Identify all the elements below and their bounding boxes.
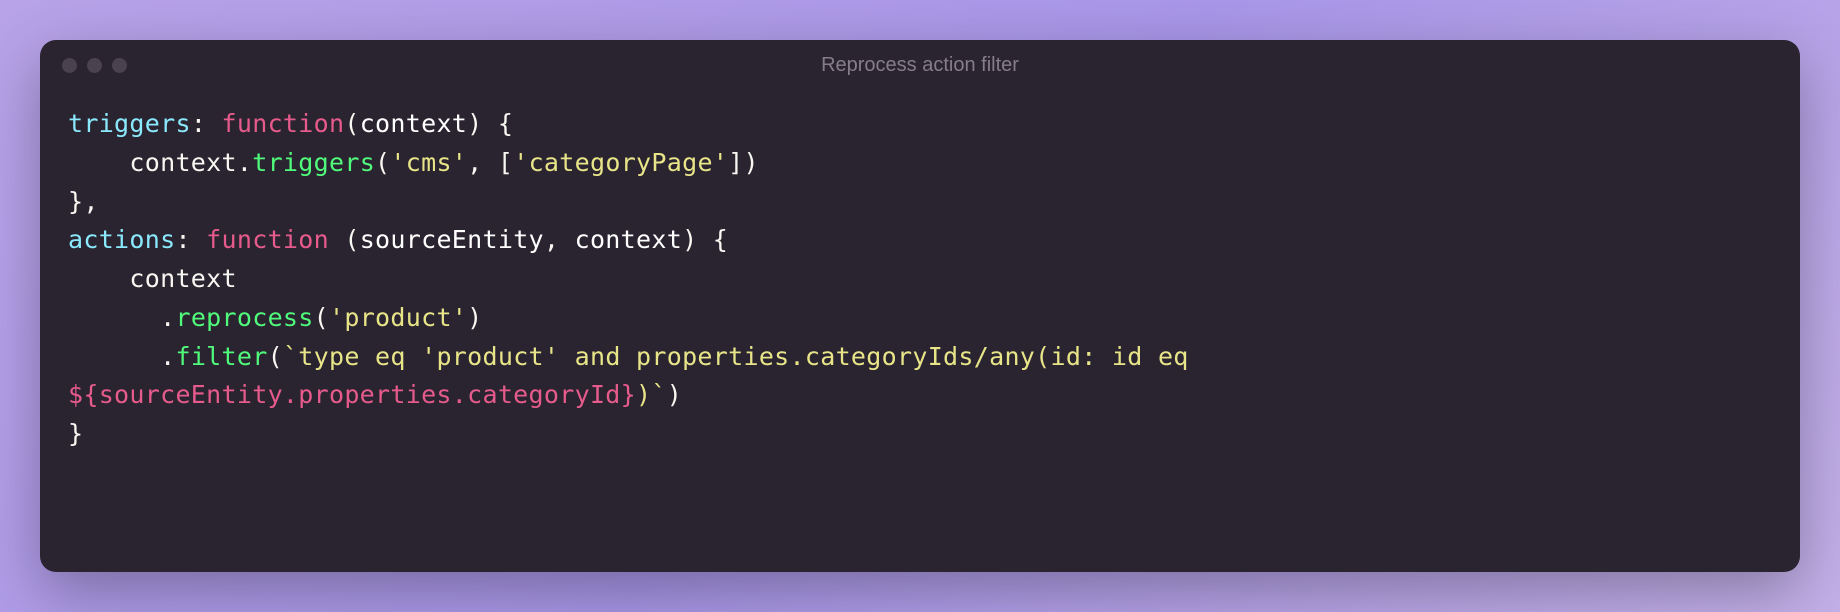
code-punct: }	[68, 419, 83, 448]
close-icon[interactable]	[62, 58, 77, 73]
code-punct: (	[314, 303, 329, 332]
window-title: Reprocess action filter	[821, 54, 1019, 77]
code-string: 'product'	[329, 303, 467, 332]
code-keyword: function	[206, 225, 329, 254]
code-param: context	[575, 225, 682, 254]
maximize-icon[interactable]	[112, 58, 127, 73]
code-method: filter	[175, 342, 267, 371]
code-method: triggers	[252, 148, 375, 177]
code-window: Reprocess action filter triggers: functi…	[40, 40, 1800, 572]
code-identifier: context	[129, 148, 236, 177]
minimize-icon[interactable]	[87, 58, 102, 73]
code-punct: .	[237, 148, 252, 177]
code-interpolation: ${	[68, 380, 99, 409]
code-punct: :	[175, 225, 206, 254]
code-punct: },	[68, 187, 99, 216]
code-punct: .	[160, 303, 175, 332]
code-punct: ) {	[682, 225, 728, 254]
traffic-lights	[62, 58, 127, 73]
code-punct: , [	[467, 148, 513, 177]
code-punct: (	[344, 109, 359, 138]
code-string: )`	[636, 380, 667, 409]
code-content: triggers: function(context) { context.tr…	[40, 85, 1800, 482]
code-param: context	[360, 109, 467, 138]
code-punct: (	[375, 148, 390, 177]
code-method: reprocess	[175, 303, 313, 332]
code-punct: ) {	[467, 109, 513, 138]
code-punct: :	[191, 109, 222, 138]
code-string: 'categoryPage'	[513, 148, 728, 177]
code-string: 'cms'	[390, 148, 467, 177]
code-property: actions	[68, 225, 175, 254]
code-identifier: context	[129, 264, 236, 293]
code-punct: (	[329, 225, 360, 254]
code-punct: ,	[544, 225, 575, 254]
code-punct: ])	[728, 148, 759, 177]
code-param: sourceEntity	[360, 225, 544, 254]
code-string: `type eq 'product' and properties.catego…	[283, 342, 1204, 371]
code-punct: (	[268, 342, 283, 371]
code-interpolation-expr: sourceEntity.properties.categoryId	[99, 380, 621, 409]
code-punct: )	[467, 303, 482, 332]
code-property: triggers	[68, 109, 191, 138]
code-interpolation: }	[621, 380, 636, 409]
titlebar: Reprocess action filter	[40, 40, 1800, 85]
code-keyword: function	[222, 109, 345, 138]
code-punct: )	[667, 380, 682, 409]
code-punct: .	[160, 342, 175, 371]
